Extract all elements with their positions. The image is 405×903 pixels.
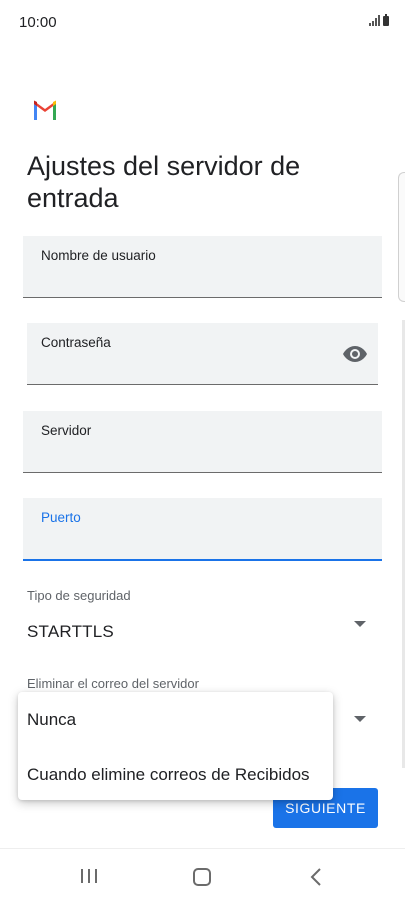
navigation-bar <box>0 848 405 903</box>
edge-panel-handle[interactable] <box>398 172 405 302</box>
recents-icon[interactable] <box>81 869 97 883</box>
back-icon[interactable] <box>310 868 322 886</box>
menu-option-on-delete-inbox[interactable]: Cuando elimine correos de Recibidos <box>27 765 310 785</box>
port-field[interactable]: Puerto <box>23 498 382 561</box>
password-label: Contraseña <box>41 335 111 350</box>
status-time: 10:00 <box>19 14 57 31</box>
status-icons <box>369 14 389 26</box>
page-title: Ajustes del servidor de entrada <box>27 151 301 213</box>
eye-icon[interactable] <box>342 345 368 363</box>
delete-from-server-label: Eliminar el correo del servidor <box>27 676 199 691</box>
username-label: Nombre de usuario <box>41 248 156 263</box>
dropdown-menu: Nunca Cuando elimine correos de Recibido… <box>18 692 333 800</box>
security-type-value: STARTTLS <box>27 622 114 641</box>
dropdown-arrow-icon[interactable] <box>354 716 366 722</box>
password-field[interactable]: Contraseña <box>27 323 378 385</box>
server-label: Servidor <box>41 423 92 438</box>
home-icon[interactable] <box>193 868 211 886</box>
server-field[interactable]: Servidor <box>23 411 382 473</box>
menu-option-never[interactable]: Nunca <box>27 710 76 730</box>
status-bar: 10:00 <box>0 0 405 46</box>
gmail-logo <box>34 100 56 120</box>
security-type-label: Tipo de seguridad <box>27 588 131 603</box>
security-type-dropdown[interactable]: STARTTLS <box>23 610 378 650</box>
battery-icon <box>383 14 389 26</box>
signal-icon <box>369 15 380 26</box>
username-field[interactable]: Nombre de usuario <box>23 236 382 298</box>
dropdown-arrow-icon <box>354 621 366 627</box>
port-label: Puerto <box>41 510 81 525</box>
